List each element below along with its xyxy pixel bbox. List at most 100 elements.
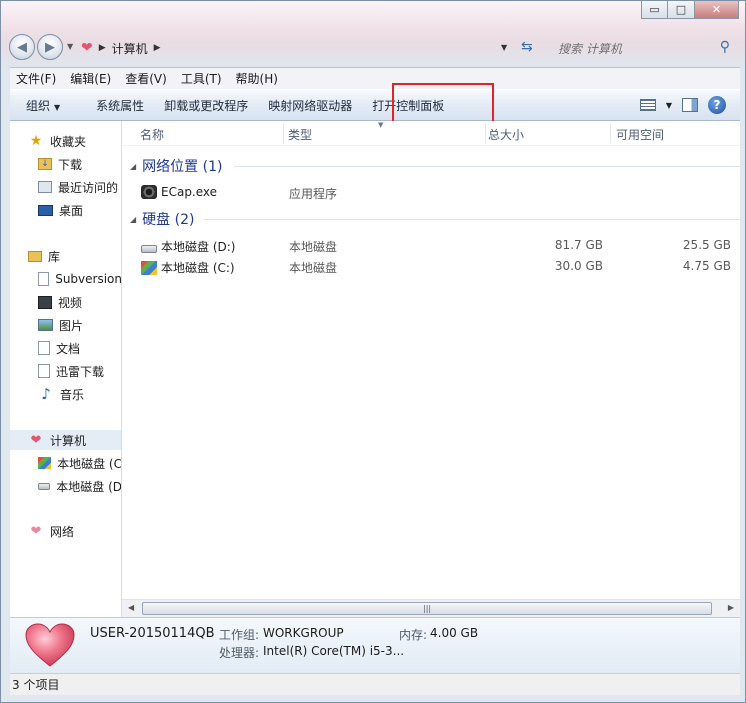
- nav-favorites[interactable]: ★ 收藏夹: [10, 131, 121, 151]
- status-bar: 3 个项目: [10, 673, 740, 695]
- nav-network[interactable]: ❤ 网络: [10, 521, 121, 541]
- close-button[interactable]: ✕: [695, 1, 739, 19]
- column-name[interactable]: 名称: [140, 126, 164, 143]
- change-view-icon[interactable]: [639, 99, 656, 111]
- cpu-label: 处理器:: [219, 646, 260, 660]
- item-name: 本地磁盘 (D:): [161, 240, 236, 254]
- list-item-ecap[interactable]: ECap.exe 应用程序: [122, 182, 740, 202]
- collapse-triangle-icon[interactable]: ◢: [130, 162, 136, 171]
- nav-music[interactable]: ♪ 音乐: [10, 384, 121, 404]
- name-cell: ECap.exe: [141, 185, 217, 199]
- name-cell: 本地磁盘 (C:): [141, 259, 235, 276]
- nav-network-label: 网络: [50, 524, 75, 539]
- nav-music-label: 音乐: [60, 387, 85, 402]
- nav-videos[interactable]: 视频: [10, 292, 121, 312]
- scroll-left-icon[interactable]: ◀: [128, 603, 134, 612]
- hard-drive-icon: [38, 482, 51, 490]
- nav-thunder-label: 迅雷下载: [56, 364, 105, 379]
- recent-pages-dropdown[interactable]: ▼: [67, 42, 73, 51]
- grip-icon: |||: [423, 604, 432, 613]
- minimize-button[interactable]: ▭: [641, 1, 668, 19]
- command-bar: 组织 ▼ 系统属性 卸载或更改程序 映射网络驱动器 打开控制面板 ▼ ?: [10, 89, 740, 121]
- workgroup-label: 工作组:: [219, 628, 260, 642]
- nav-downloads-label: 下载: [58, 157, 83, 172]
- item-name: 本地磁盘 (C:): [161, 261, 235, 275]
- computer-name: USER-20150114QB: [90, 626, 215, 641]
- scroll-right-icon[interactable]: ▶: [728, 603, 734, 612]
- column-divider[interactable]: [283, 123, 284, 143]
- toolbar-right: ▼ ?: [639, 96, 726, 114]
- search-icon[interactable]: ⚲: [720, 39, 730, 55]
- nav-videos-label: 视频: [58, 295, 83, 310]
- address-row: ◀ ▶ ▼ ❤ ▶ 计算机 ▶ ▼ ⇆ 搜索 计算机 ⚲: [1, 31, 745, 65]
- memory-label: 内存:: [399, 628, 428, 642]
- nav-documents[interactable]: 文档: [10, 338, 121, 358]
- back-arrow-icon: ◀: [17, 39, 27, 55]
- computer-heart-icon: ❤: [81, 40, 93, 56]
- menu-tools[interactable]: 工具(T): [181, 70, 222, 87]
- search-input[interactable]: 搜索 计算机 ⚲: [548, 36, 738, 60]
- column-divider[interactable]: [610, 123, 611, 143]
- breadcrumb[interactable]: ❤ ▶ 计算机 ▶: [81, 36, 481, 60]
- downloads-folder-icon: ↓: [38, 158, 52, 170]
- item-type: 本地磁盘: [289, 261, 338, 275]
- forward-button[interactable]: ▶: [37, 34, 63, 60]
- group-title: 硬盘 (2): [142, 212, 195, 228]
- horizontal-scrollbar[interactable]: ◀ ||| ▶: [122, 599, 740, 617]
- menu-help[interactable]: 帮助(H): [236, 70, 278, 87]
- menu-view[interactable]: 查看(V): [125, 70, 167, 87]
- network-heart-icon: ❤: [30, 523, 42, 539]
- column-total-size[interactable]: 总大小: [488, 126, 524, 143]
- item-free-space: 4.75 GB: [682, 259, 731, 273]
- nav-drive-c[interactable]: 本地磁盘 (C: [10, 453, 121, 473]
- maximize-button[interactable]: □: [668, 1, 695, 19]
- item-free-space: 25.5 GB: [682, 238, 731, 252]
- collapse-triangle-icon[interactable]: ◢: [130, 215, 136, 224]
- star-icon: ★: [29, 133, 43, 149]
- preview-pane-icon[interactable]: [682, 98, 698, 112]
- nav-desktop[interactable]: 桌面: [10, 200, 121, 220]
- address-dropdown-button[interactable]: ▼: [501, 43, 507, 52]
- nav-thunder-downloads[interactable]: 迅雷下载: [10, 361, 121, 381]
- recent-places-icon: [38, 181, 52, 193]
- breadcrumb-computer[interactable]: 计算机: [112, 40, 148, 57]
- map-network-drive-button[interactable]: 映射网络驱动器: [258, 97, 362, 114]
- list-item-drive-d[interactable]: 本地磁盘 (D:) 本地磁盘 81.7 GB 25.5 GB: [122, 235, 740, 255]
- column-type[interactable]: 类型: [288, 126, 312, 143]
- nav-recent[interactable]: 最近访问的: [10, 177, 121, 197]
- nav-libraries[interactable]: 库: [10, 246, 121, 266]
- picture-library-icon: [38, 319, 53, 331]
- nav-computer[interactable]: ❤ 计算机: [10, 430, 121, 450]
- file-list: 名称 类型 ▼ 总大小 可用空间 ◢ 网络位置 (1) ECap.exe 应用程…: [122, 121, 740, 599]
- column-free-space[interactable]: 可用空间: [616, 126, 664, 143]
- list-item-drive-c[interactable]: 本地磁盘 (C:) 本地磁盘 30.0 GB 4.75 GB: [122, 256, 740, 276]
- view-dropdown-icon[interactable]: ▼: [666, 101, 672, 110]
- workgroup-value: WORKGROUP: [263, 626, 344, 640]
- chevron-right-icon[interactable]: ▶: [99, 43, 106, 53]
- column-divider[interactable]: [485, 123, 486, 143]
- nav-drive-d-label: 本地磁盘 (D: [56, 479, 122, 494]
- refresh-icon[interactable]: ⇆: [521, 39, 533, 55]
- camera-app-icon: [141, 185, 157, 199]
- item-total-size: 30.0 GB: [554, 259, 603, 273]
- nav-libraries-label: 库: [48, 249, 61, 264]
- nav-computer-label: 计算机: [50, 433, 87, 448]
- nav-drive-d[interactable]: 本地磁盘 (D: [10, 476, 122, 496]
- item-count: 3 个项目: [12, 678, 60, 692]
- group-header-network[interactable]: ◢ 网络位置 (1): [130, 155, 222, 177]
- back-button[interactable]: ◀: [9, 34, 35, 60]
- nav-desktop-label: 桌面: [59, 203, 84, 218]
- menu-edit[interactable]: 编辑(E): [70, 70, 111, 87]
- scrollbar-thumb[interactable]: |||: [142, 602, 712, 615]
- nav-pictures[interactable]: 图片: [10, 315, 121, 335]
- forward-arrow-icon: ▶: [45, 39, 55, 55]
- chevron-right-icon[interactable]: ▶: [154, 43, 161, 53]
- nav-downloads[interactable]: ↓ 下载: [10, 154, 121, 174]
- uninstall-program-button[interactable]: 卸载或更改程序: [154, 97, 258, 114]
- help-icon[interactable]: ?: [708, 96, 726, 114]
- organize-button[interactable]: 组织 ▼: [10, 97, 86, 114]
- nav-subversion[interactable]: Subversion: [10, 269, 121, 289]
- menu-file[interactable]: 文件(F): [16, 70, 56, 87]
- system-properties-button[interactable]: 系统属性: [86, 97, 154, 114]
- group-header-disks[interactable]: ◢ 硬盘 (2): [130, 208, 194, 230]
